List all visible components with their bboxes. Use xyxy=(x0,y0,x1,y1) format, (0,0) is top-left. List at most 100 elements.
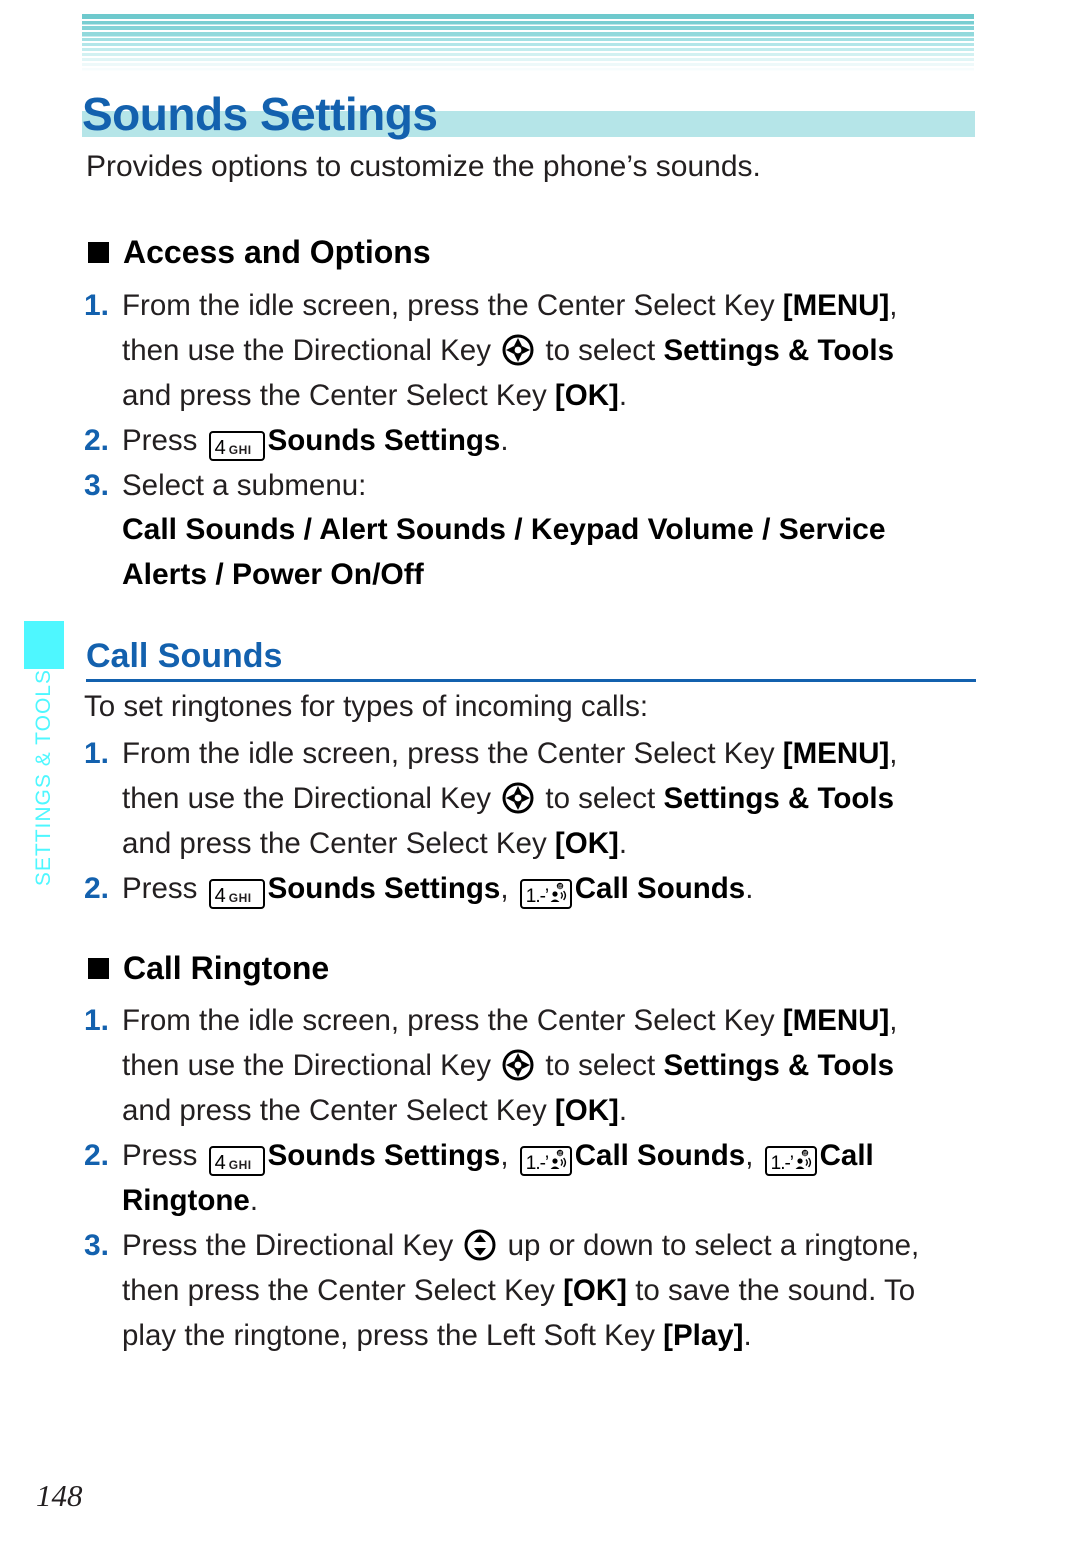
svg-text:@: @ xyxy=(557,884,562,890)
key-label-ok: [OK] xyxy=(563,1274,628,1307)
step-text-part: , xyxy=(745,1139,762,1172)
manual-page: Sounds Settings Provides options to cust… xyxy=(0,0,1080,1566)
step-text-part: then use the Directional Key xyxy=(122,1049,500,1082)
step-access-3: 3. Select a submenu: xyxy=(84,463,984,508)
step-text-part: to select xyxy=(537,1049,664,1082)
step-text-part: . xyxy=(618,379,628,412)
keypad-key-4-ghi-icon: 4 GHI xyxy=(208,1146,265,1176)
submenu-list-line-2: Alerts / Power On/Off xyxy=(122,558,424,591)
step-text: Select a submenu: xyxy=(122,469,367,502)
heading-call-ringtone: Call Ringtone xyxy=(88,948,329,988)
step-number: 2. xyxy=(84,1139,110,1172)
key-digit: 4 xyxy=(214,437,226,459)
step-number: 3. xyxy=(84,1229,110,1262)
step-text-part: Press the Directional Key xyxy=(122,1229,462,1262)
voicemail-glyph-icon: @ xyxy=(547,1149,567,1173)
heading-access-and-options: Access and Options xyxy=(88,232,431,272)
page-number: 148 xyxy=(36,1478,83,1513)
step-number: 1. xyxy=(84,289,110,322)
menu-path-label: Settings & Tools xyxy=(663,782,894,815)
menu-path-label: Call Sounds xyxy=(574,1139,746,1172)
call-sounds-lead-text: To set ringtones for types of incoming c… xyxy=(84,690,649,723)
step-number: 1. xyxy=(84,737,110,770)
step-text-part: . xyxy=(500,424,509,457)
key-letters: GHI xyxy=(228,443,252,457)
step-text-part: to select xyxy=(537,334,664,367)
step-text-part: , xyxy=(500,1139,517,1172)
step-text: Press 4 GHI Sounds Settings, 1.-’ @ Call Sou… xyxy=(122,1133,984,1223)
menu-path-label-continued: Ringtone xyxy=(122,1184,250,1217)
step-text-part: to save the sound. To xyxy=(627,1274,916,1307)
step-text-part: . xyxy=(745,872,754,905)
step-number: 3. xyxy=(84,469,110,502)
directional-key-4way-icon xyxy=(502,782,534,814)
key-label-ok: [OK] xyxy=(554,379,619,412)
side-tab-label: SETTINGS & TOOLS xyxy=(24,669,64,929)
menu-path-label: Settings & Tools xyxy=(663,1049,894,1082)
voicemail-glyph-icon: @ xyxy=(792,1149,812,1173)
key-digit: 1.-’ xyxy=(525,1153,549,1174)
side-tab-label-text: SETTINGS & TOOLS xyxy=(32,669,55,887)
step-text-part: . xyxy=(618,827,628,860)
step-call-sounds-2: 2. Press 4 GHI Sounds Settings, 1.-’ @ Call … xyxy=(84,866,984,911)
key-letters: GHI xyxy=(228,1158,252,1172)
key-digit: 4 xyxy=(214,1152,226,1174)
submenu-list-line-1: Call Sounds / Alert Sounds / Keypad Volu… xyxy=(122,513,886,546)
directional-key-updown-icon xyxy=(464,1229,496,1261)
step-text-part: , xyxy=(500,872,517,905)
voicemail-glyph-icon: @ xyxy=(547,882,567,906)
keypad-key-4-ghi-icon: 4 GHI xyxy=(208,431,265,461)
step-text-part: From the idle screen, press the Center S… xyxy=(122,737,783,770)
menu-path-label: Call Sounds xyxy=(574,872,746,905)
page-intro-text: Provides options to customize the phone’… xyxy=(86,150,761,183)
keypad-key-1-voicemail-icon: 1.-’ @ xyxy=(519,1146,572,1176)
step-text-part: , xyxy=(889,289,898,322)
menu-path-label: Call xyxy=(819,1139,874,1172)
step-text-part: , xyxy=(889,737,898,770)
step-number: 2. xyxy=(84,872,110,905)
section-heading-call-sounds-text: Call Sounds xyxy=(86,637,283,675)
step-text-part: . xyxy=(618,1094,628,1127)
step-access-2: 2. Press 4 GHI Sounds Settings. xyxy=(84,418,984,463)
key-digit: 1.-’ xyxy=(770,1153,794,1174)
header-stripes-decoration xyxy=(82,14,974,74)
key-label-ok: [OK] xyxy=(554,1094,619,1127)
step-text: Press the Directional Key up or down to … xyxy=(122,1223,984,1358)
svg-text:@: @ xyxy=(557,1151,562,1157)
step-text: From the idle screen, press the Center S… xyxy=(122,998,984,1133)
step-text-part: From the idle screen, press the Center S… xyxy=(122,289,783,322)
key-label-menu: [MENU] xyxy=(782,1004,890,1037)
step-text-part: Press xyxy=(122,1139,206,1172)
key-label-menu: [MENU] xyxy=(782,737,890,770)
step-call-sounds-1: 1. From the idle screen, press the Cente… xyxy=(84,731,984,866)
page-title-block: Sounds Settings xyxy=(82,88,982,148)
key-digit: 4 xyxy=(214,885,226,907)
stripe-graphic xyxy=(82,14,974,71)
menu-path-label: Settings & Tools xyxy=(663,334,894,367)
menu-path-label: Sounds Settings xyxy=(267,872,501,905)
square-bullet-icon xyxy=(88,241,109,263)
key-label-menu: [MENU] xyxy=(782,289,890,322)
step-text-part: and press the Center Select Key xyxy=(122,1094,555,1127)
page-title: Sounds Settings xyxy=(82,88,438,140)
square-bullet-icon xyxy=(88,957,109,979)
step-text: From the idle screen, press the Center S… xyxy=(122,283,984,418)
section-heading-call-sounds: Call Sounds xyxy=(86,635,976,682)
menu-path-label: Sounds Settings xyxy=(267,424,501,457)
step-call-ringtone-3: 3. Press the Directional Key up or down … xyxy=(84,1223,984,1358)
directional-key-4way-icon xyxy=(502,1049,534,1081)
step-text-part: play the ringtone, press the Left Soft K… xyxy=(122,1319,664,1352)
directional-key-4way-icon xyxy=(502,334,534,366)
step-call-ringtone-2: 2. Press 4 GHI Sounds Settings, 1.-’ @ Call … xyxy=(84,1133,984,1223)
step-text-part: Press xyxy=(122,872,206,905)
side-tab-marker xyxy=(24,621,64,669)
keypad-key-1-voicemail-icon: 1.-’ @ xyxy=(764,1146,817,1176)
key-label-ok: [OK] xyxy=(554,827,619,860)
step-text: From the idle screen, press the Center S… xyxy=(122,731,984,866)
step-text-part: From the idle screen, press the Center S… xyxy=(122,1004,783,1037)
step-number: 2. xyxy=(84,424,110,457)
step-text-part: up or down to select a ringtone, xyxy=(499,1229,920,1262)
step-text-part: . xyxy=(249,1184,259,1217)
step-text-part: then use the Directional Key xyxy=(122,782,500,815)
keypad-key-1-voicemail-icon: 1.-’ @ xyxy=(519,879,572,909)
